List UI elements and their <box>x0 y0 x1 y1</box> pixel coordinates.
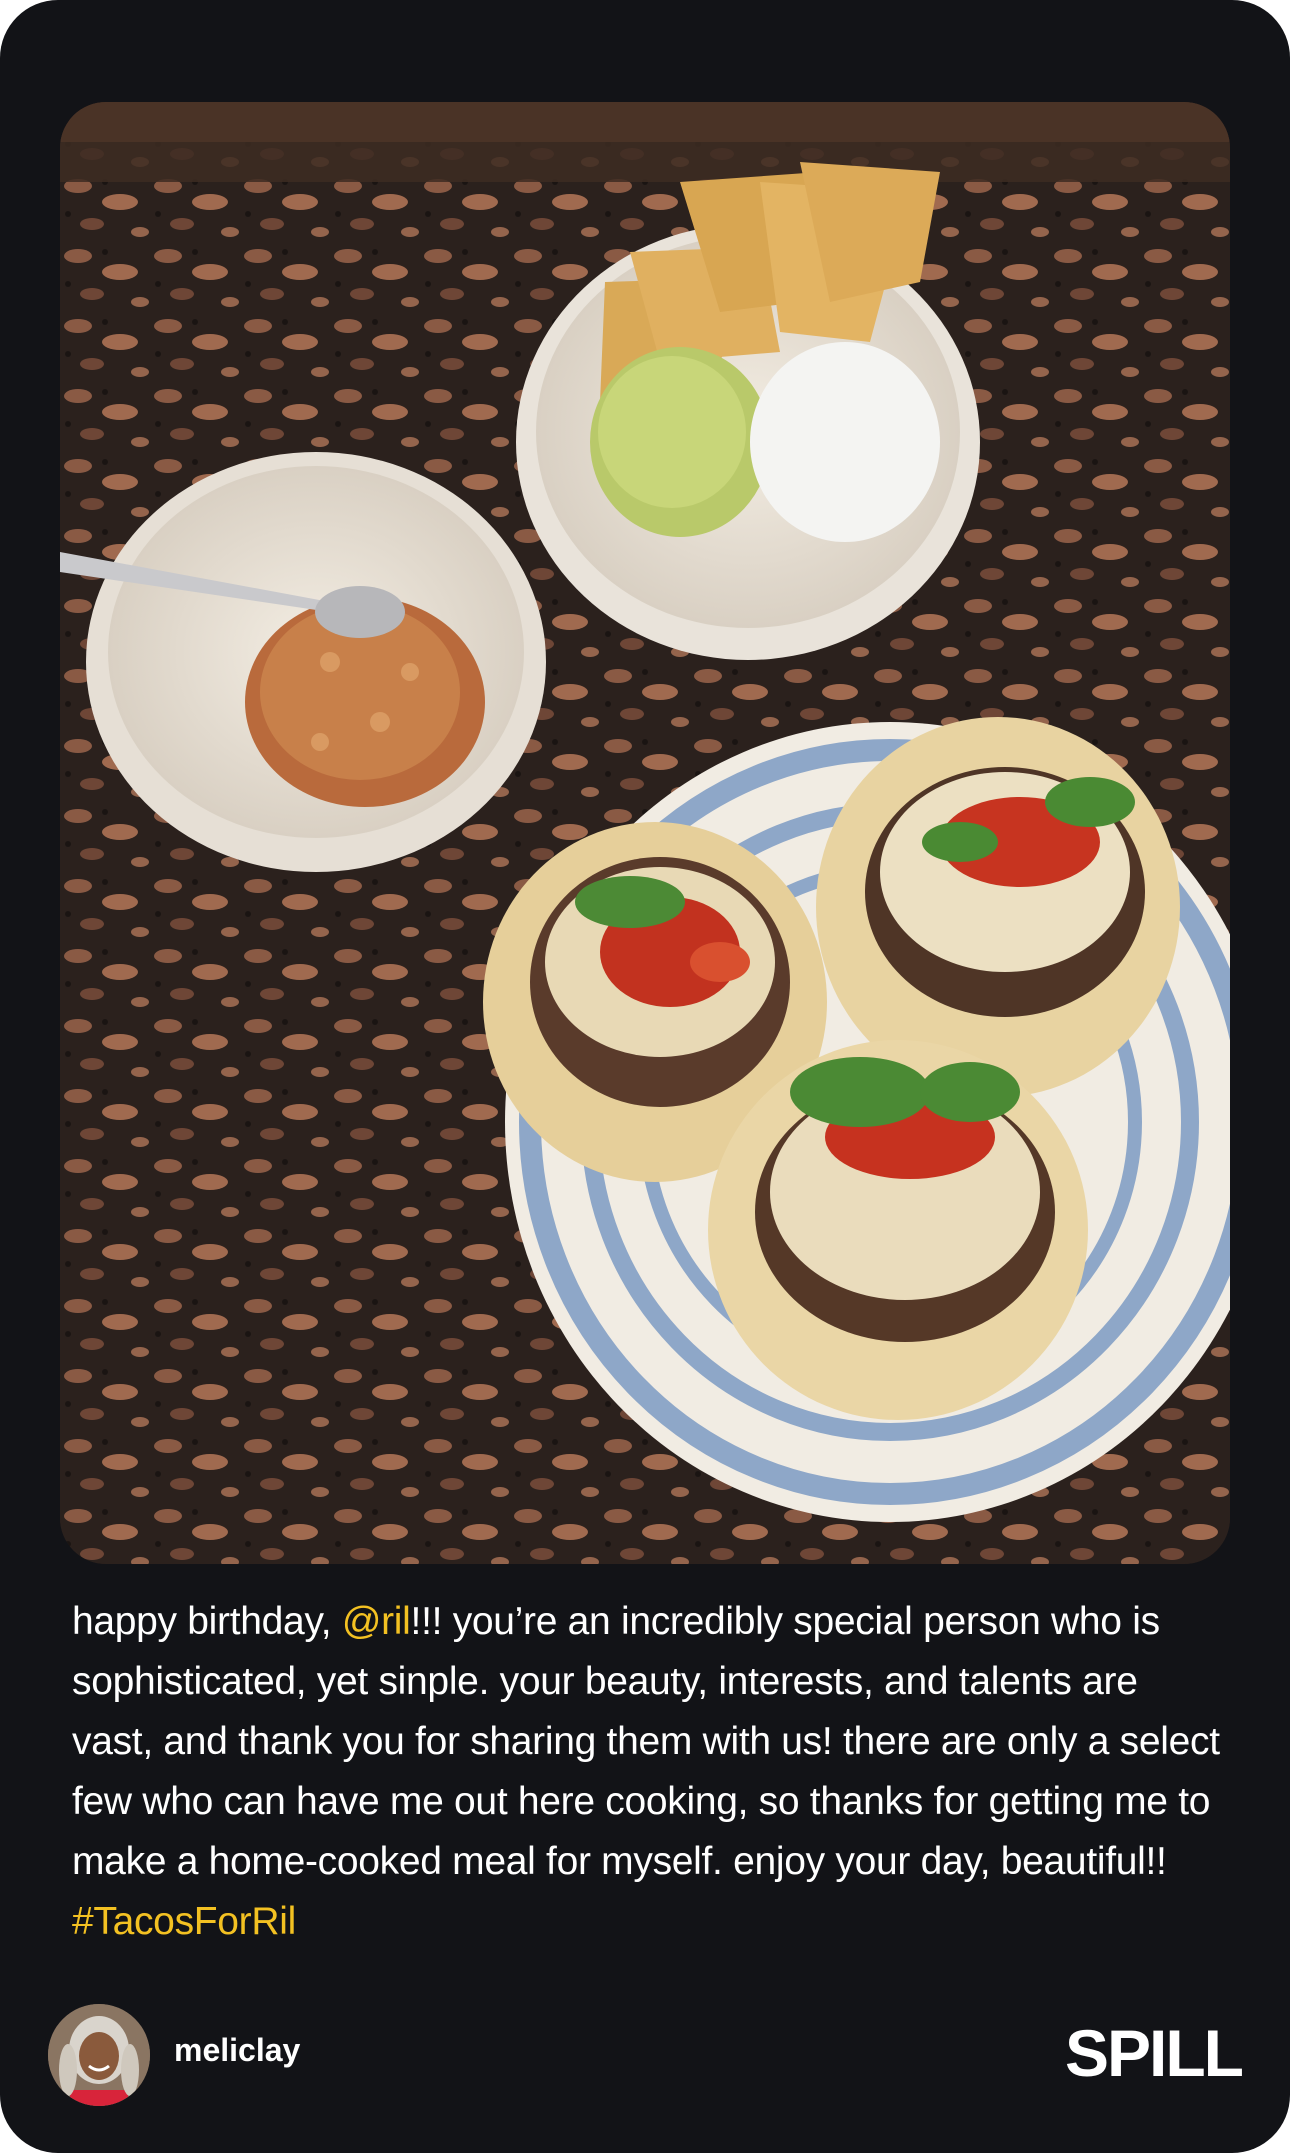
caption-text: happy birthday, <box>72 1600 342 1643</box>
taco-bottom <box>708 1040 1088 1420</box>
tacos-photo <box>60 102 1230 1564</box>
post-footer: meliclay SPILL <box>48 2000 1244 2110</box>
avatar[interactable] <box>48 2004 150 2106</box>
author-username[interactable]: meliclay <box>174 2032 300 2069</box>
user-mention-link[interactable]: @ril <box>342 1600 411 1643</box>
hashtag-link[interactable]: #TacosForRil <box>72 1900 296 1943</box>
post-caption: happy birthday, @ril!!! you’re an incred… <box>72 1592 1222 1952</box>
spill-logo: SPILL <box>1064 2016 1244 2090</box>
post-card: happy birthday, @ril!!! you’re an incred… <box>0 0 1290 2153</box>
user-avatar-icon <box>48 2004 150 2106</box>
post-photo[interactable] <box>60 102 1230 1564</box>
taco-right <box>816 717 1180 1097</box>
